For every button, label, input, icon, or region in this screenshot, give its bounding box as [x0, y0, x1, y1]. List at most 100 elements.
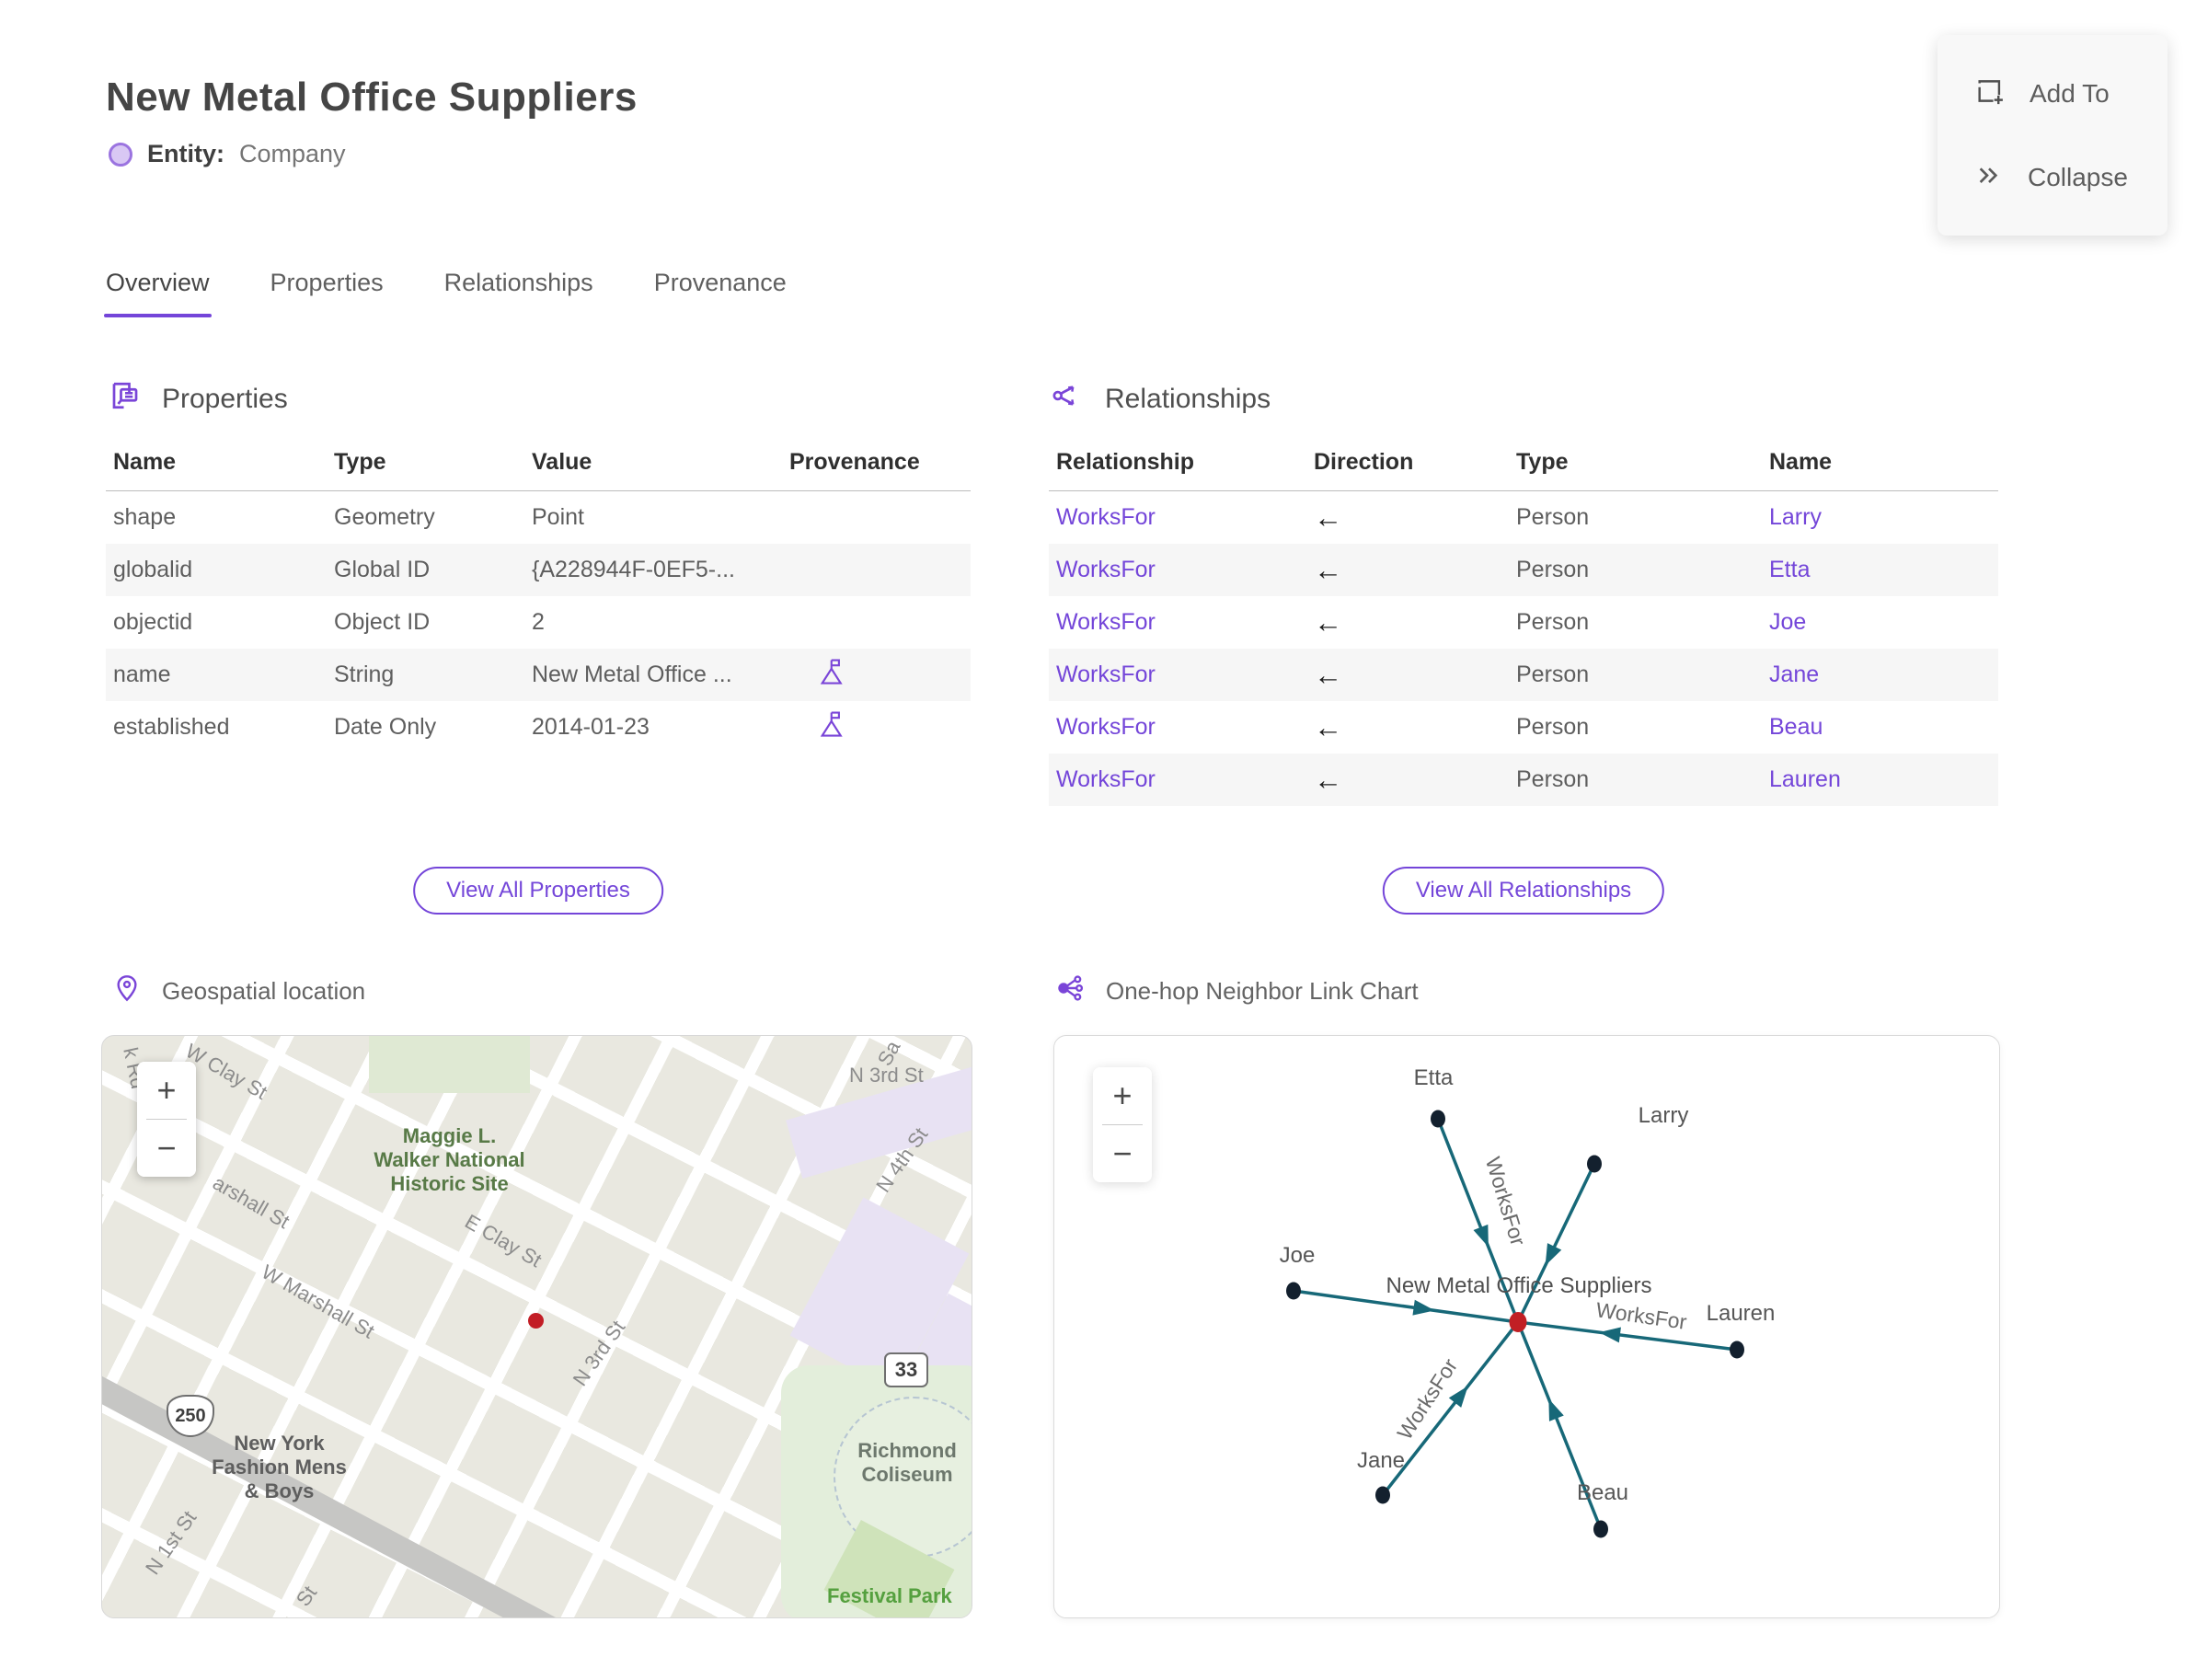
related-entity-link[interactable]: Beau	[1769, 714, 1823, 740]
edge-larry	[1516, 1163, 1596, 1323]
page-title: New Metal Office Suppliers	[106, 75, 638, 121]
collapse-button[interactable]: Collapse	[1938, 160, 2168, 196]
provenance-flag-icon[interactable]	[782, 649, 971, 701]
chart-zoom-out-button[interactable]: −	[1093, 1125, 1152, 1182]
node-jane[interactable]	[1375, 1486, 1390, 1504]
related-entity-link[interactable]: Larry	[1769, 504, 1822, 530]
direction-arrow: ←	[1314, 553, 1342, 586]
relationship-row: WorksFor ← Person Joe	[1049, 596, 1998, 649]
node-beau[interactable]	[1593, 1520, 1608, 1538]
property-type: Geometry	[334, 504, 435, 530]
relationship-link[interactable]: WorksFor	[1056, 766, 1156, 792]
relationship-link[interactable]: WorksFor	[1056, 504, 1156, 530]
tab-provenance[interactable]: Provenance	[654, 269, 787, 317]
relationships-icon	[1052, 379, 1085, 420]
map-pin-icon	[112, 973, 142, 1009]
provenance-empty	[782, 491, 971, 545]
view-all-relationships-button[interactable]: View All Relationships	[1382, 867, 1665, 915]
add-to-label: Add To	[2030, 79, 2110, 108]
relationship-row: WorksFor ← Person Jane	[1049, 649, 1998, 701]
map-zoom-in-button[interactable]: +	[137, 1062, 196, 1119]
chart-zoom-control: + −	[1093, 1067, 1152, 1182]
relationship-row: WorksFor ← Person Etta	[1049, 544, 1998, 596]
relationship-link[interactable]: WorksFor	[1056, 714, 1156, 740]
relationship-row: WorksFor ← Person Lauren	[1049, 754, 1998, 806]
node-etta[interactable]	[1431, 1110, 1445, 1128]
map-label: Festival Park	[827, 1584, 952, 1607]
edge-arrowhead	[1599, 1327, 1621, 1343]
direction-arrow: ←	[1314, 763, 1342, 796]
property-value: 2014-01-23	[532, 714, 650, 740]
property-row: globalid Global ID {A228944F-0EF5-...	[106, 544, 971, 596]
properties-table: Name Type Value Provenance shape Geometry Poi…	[106, 449, 971, 754]
property-row: name String New Metal Office ...	[106, 649, 971, 701]
relationship-type: Person	[1516, 609, 1590, 635]
property-value: New Metal Office ...	[532, 662, 732, 687]
link-chart-section-title: One-hop Neighbor Link Chart	[1106, 977, 1419, 1005]
node-label-lauren: Lauren	[1707, 1301, 1776, 1326]
property-type: String	[334, 662, 395, 687]
relationships-col-type: Type	[1509, 449, 1762, 491]
add-to-button[interactable]: Add To	[1938, 75, 2168, 113]
chevrons-right-icon	[1974, 160, 2004, 196]
properties-col-type: Type	[327, 449, 524, 491]
property-type: Global ID	[334, 557, 431, 582]
relationships-col-name: Name	[1762, 449, 1998, 491]
map-zoom-out-button[interactable]: −	[137, 1120, 196, 1177]
relationship-link[interactable]: WorksFor	[1056, 609, 1156, 635]
entity-location-marker[interactable]	[528, 1313, 544, 1329]
center-node-label: New Metal Office Suppliers	[1386, 1273, 1651, 1298]
tab-relationships[interactable]: Relationships	[444, 269, 593, 317]
properties-col-value: Value	[524, 449, 782, 491]
map-label: arshall St	[209, 1170, 294, 1234]
entity-color-dot	[109, 142, 132, 167]
node-larry[interactable]	[1587, 1155, 1602, 1173]
view-all-properties-button[interactable]: View All Properties	[413, 867, 663, 915]
property-row: shape Geometry Point	[106, 491, 971, 545]
relationship-type: Person	[1516, 504, 1590, 530]
geospatial-section-header: Geospatial location	[112, 973, 365, 1009]
properties-icon	[109, 379, 142, 420]
link-chart-svg: Etta Larry Joe Lauren Jane Beau WorksFor WorksF…	[1280, 1065, 1776, 1538]
properties-table-header-row: Name Type Value Provenance	[106, 449, 971, 491]
relationship-link[interactable]: WorksFor	[1056, 557, 1156, 582]
map-label: E Clay St	[461, 1209, 546, 1272]
direction-arrow: ←	[1314, 501, 1342, 534]
link-chart-canvas[interactable]: Etta Larry Joe Lauren Jane Beau WorksFor WorksF…	[1053, 1035, 2000, 1618]
tab-properties[interactable]: Properties	[270, 269, 384, 317]
related-entity-link[interactable]: Jane	[1769, 662, 1819, 687]
property-name: globalid	[113, 557, 193, 582]
node-label-etta: Etta	[1414, 1065, 1454, 1090]
related-entity-link[interactable]: Etta	[1769, 557, 1810, 582]
property-row: established Date Only 2014-01-23	[106, 701, 971, 754]
collapse-label: Collapse	[2028, 163, 2128, 191]
properties-section-header: Properties	[109, 379, 288, 420]
direction-arrow: ←	[1314, 605, 1342, 639]
relationship-link[interactable]: WorksFor	[1056, 662, 1156, 687]
property-value: {A228944F-0EF5-...	[532, 557, 735, 582]
map-label: N 1st St	[141, 1506, 201, 1579]
chart-zoom-in-button[interactable]: +	[1093, 1067, 1152, 1124]
related-entity-link[interactable]: Lauren	[1769, 766, 1841, 792]
tab-overview[interactable]: Overview	[104, 269, 212, 317]
relationship-type: Person	[1516, 557, 1590, 582]
edge-label: WorksFor	[1594, 1297, 1688, 1334]
edge-arrowhead	[1473, 1224, 1489, 1248]
node-label-larry: Larry	[1639, 1103, 1689, 1128]
link-chart-icon	[1056, 973, 1086, 1009]
node-label-beau: Beau	[1577, 1480, 1628, 1505]
map-canvas[interactable]: k Rd W Clay St Sa arshall St W Marshall St E …	[101, 1035, 972, 1618]
map-zoom-control: + −	[137, 1062, 196, 1177]
relationship-row: WorksFor ← Person Beau	[1049, 701, 1998, 754]
direction-arrow: ←	[1314, 658, 1342, 691]
provenance-flag-icon[interactable]	[782, 701, 971, 754]
edge-arrowhead	[1412, 1299, 1435, 1316]
provenance-empty	[782, 544, 971, 596]
center-node[interactable]	[1509, 1312, 1527, 1332]
node-lauren[interactable]	[1730, 1341, 1744, 1359]
property-name: established	[113, 714, 230, 740]
node-joe[interactable]	[1286, 1282, 1301, 1300]
related-entity-link[interactable]: Joe	[1769, 609, 1806, 635]
route-shield: 33	[884, 1352, 928, 1387]
tab-bar: Overview Properties Relationships Provenanc…	[104, 269, 787, 317]
